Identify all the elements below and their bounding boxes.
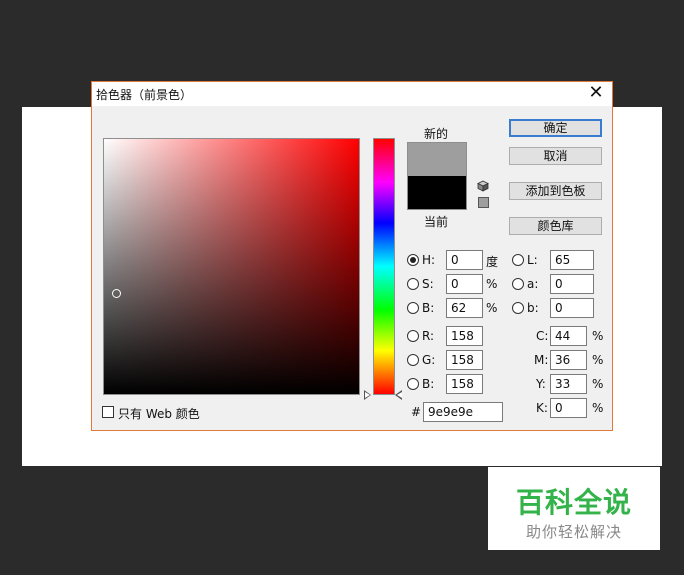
blue-label: B: bbox=[422, 377, 435, 391]
new-color-label: 新的 bbox=[424, 127, 449, 141]
dialog-title: 拾色器（前景色） bbox=[96, 88, 193, 102]
color-comparison-swatch bbox=[407, 142, 467, 210]
hex-input[interactable]: 9e9e9e bbox=[423, 402, 503, 422]
c-label: C: bbox=[536, 329, 549, 343]
s-input[interactable]: 0 bbox=[446, 274, 483, 294]
add-to-swatches-button[interactable]: 添加到色板 bbox=[509, 182, 602, 200]
watermark: 百科全说 助你轻松解决 bbox=[488, 467, 660, 550]
c-unit: % bbox=[592, 329, 604, 343]
h-input[interactable]: 0 bbox=[446, 250, 483, 270]
hue-slider-right-arrow[interactable] bbox=[395, 390, 402, 400]
ok-button[interactable]: 确定 bbox=[509, 119, 602, 137]
a-label: a: bbox=[527, 277, 539, 291]
s-radio[interactable] bbox=[407, 278, 419, 290]
b-input[interactable]: 62 bbox=[446, 298, 483, 318]
a-radio[interactable] bbox=[512, 278, 524, 290]
l-label: L: bbox=[527, 253, 538, 267]
color-field-marker[interactable] bbox=[112, 289, 121, 298]
k-unit: % bbox=[592, 401, 604, 415]
lab-b-radio[interactable] bbox=[512, 302, 524, 314]
y-input[interactable]: 33 bbox=[550, 374, 587, 394]
c-input[interactable]: 44 bbox=[550, 326, 587, 346]
r-radio[interactable] bbox=[407, 330, 419, 342]
b-label: B: bbox=[422, 301, 435, 315]
m-label: M: bbox=[534, 353, 549, 367]
web-colors-only-checkbox[interactable] bbox=[102, 406, 114, 418]
h-radio[interactable] bbox=[407, 254, 419, 266]
lab-b-input[interactable]: 0 bbox=[550, 298, 594, 318]
websafe-swatch-icon[interactable] bbox=[478, 197, 489, 208]
color-libraries-button[interactable]: 颜色库 bbox=[509, 217, 602, 235]
cancel-button[interactable]: 取消 bbox=[509, 147, 602, 165]
r-input[interactable]: 158 bbox=[446, 326, 483, 346]
title-bar: 拾色器（前景色） ✕ bbox=[92, 82, 612, 106]
g-label: G: bbox=[422, 353, 436, 367]
k-label: K: bbox=[536, 401, 548, 415]
s-label: S: bbox=[422, 277, 434, 291]
a-input[interactable]: 0 bbox=[550, 274, 594, 294]
hex-label: # bbox=[411, 405, 422, 419]
web-colors-only-label[interactable]: 只有 Web 颜色 bbox=[118, 405, 200, 422]
b-radio[interactable] bbox=[407, 302, 419, 314]
l-radio[interactable] bbox=[512, 254, 524, 266]
color-field[interactable] bbox=[103, 138, 360, 395]
r-label: R: bbox=[422, 329, 435, 343]
b-unit: % bbox=[486, 301, 498, 315]
hue-slider-left-arrow[interactable] bbox=[364, 390, 371, 400]
blue-input[interactable]: 158 bbox=[446, 374, 483, 394]
new-color-swatch[interactable] bbox=[408, 143, 466, 176]
k-input[interactable]: 0 bbox=[550, 398, 587, 418]
cube-icon[interactable] bbox=[477, 180, 489, 192]
m-input[interactable]: 36 bbox=[550, 350, 587, 370]
lab-b-label: b: bbox=[527, 301, 539, 315]
y-label: Y: bbox=[536, 377, 546, 391]
g-input[interactable]: 158 bbox=[446, 350, 483, 370]
current-color-label: 当前 bbox=[424, 215, 449, 229]
color-picker-dialog: 拾色器（前景色） ✕ 新的 当前 确定 取消 添加到色板 颜色库 H: 0 度 … bbox=[91, 81, 613, 431]
hue-slider-bar[interactable] bbox=[373, 138, 395, 395]
g-radio[interactable] bbox=[407, 354, 419, 366]
y-unit: % bbox=[592, 377, 604, 391]
close-icon[interactable]: ✕ bbox=[586, 83, 606, 103]
watermark-brand: 百科全说 bbox=[515, 486, 632, 519]
h-unit: 度 bbox=[486, 255, 499, 269]
current-color-swatch[interactable] bbox=[408, 176, 466, 209]
l-input[interactable]: 65 bbox=[550, 250, 594, 270]
m-unit: % bbox=[592, 353, 604, 367]
watermark-slogan: 助你轻松解决 bbox=[525, 523, 622, 541]
h-label: H: bbox=[422, 253, 436, 267]
blue-radio[interactable] bbox=[407, 378, 419, 390]
s-unit: % bbox=[486, 277, 498, 291]
